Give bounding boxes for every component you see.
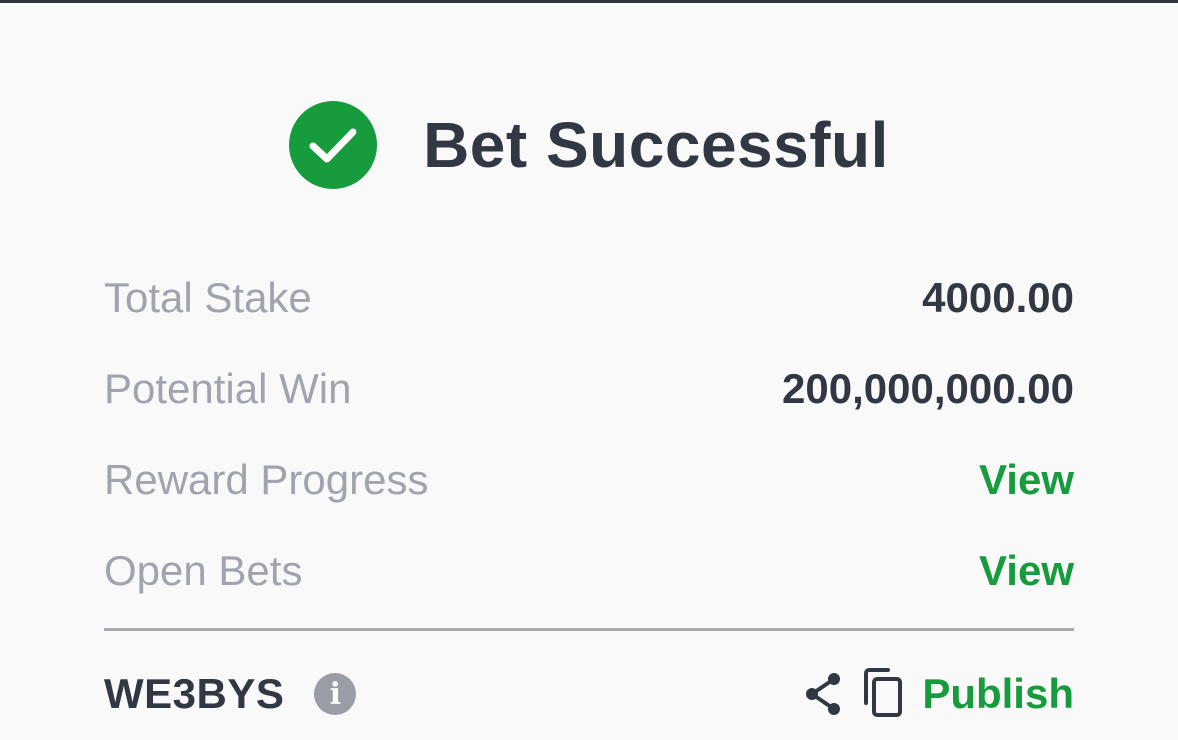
reward-progress-view-link[interactable]: View (979, 456, 1074, 504)
top-border (0, 0, 1178, 3)
open-bets-view-link[interactable]: View (979, 547, 1074, 595)
potential-win-label: Potential Win (104, 364, 352, 412)
footer-actions: Publish (800, 667, 1074, 721)
reward-progress-label: Reward Progress (104, 455, 429, 503)
booking-code-group: WE3BYS i (104, 670, 357, 718)
total-stake-label: Total Stake (104, 273, 312, 321)
potential-win-value: 200,000,000.00 (782, 364, 1074, 412)
page-title: Bet Successful (423, 109, 889, 181)
row-reward-progress: Reward Progress View (104, 434, 1074, 525)
share-icon[interactable] (800, 669, 846, 719)
check-circle-icon (289, 101, 378, 189)
success-header: Bet Successful (0, 100, 1178, 190)
row-total-stake: Total Stake 4000.00 (104, 252, 1074, 343)
open-bets-label: Open Bets (104, 546, 303, 594)
total-stake-value: 4000.00 (922, 273, 1074, 321)
row-open-bets: Open Bets View (104, 525, 1074, 616)
row-potential-win: Potential Win 200,000,000.00 (104, 343, 1074, 434)
booking-code: WE3BYS (104, 670, 285, 717)
publish-button[interactable]: Publish (922, 670, 1074, 718)
info-icon[interactable]: i (314, 673, 357, 715)
footer-bar: WE3BYS i Publish (104, 654, 1074, 734)
copy-icon[interactable] (860, 667, 906, 721)
bet-summary: Total Stake 4000.00 Potential Win 200,00… (104, 252, 1074, 616)
divider (104, 628, 1074, 631)
